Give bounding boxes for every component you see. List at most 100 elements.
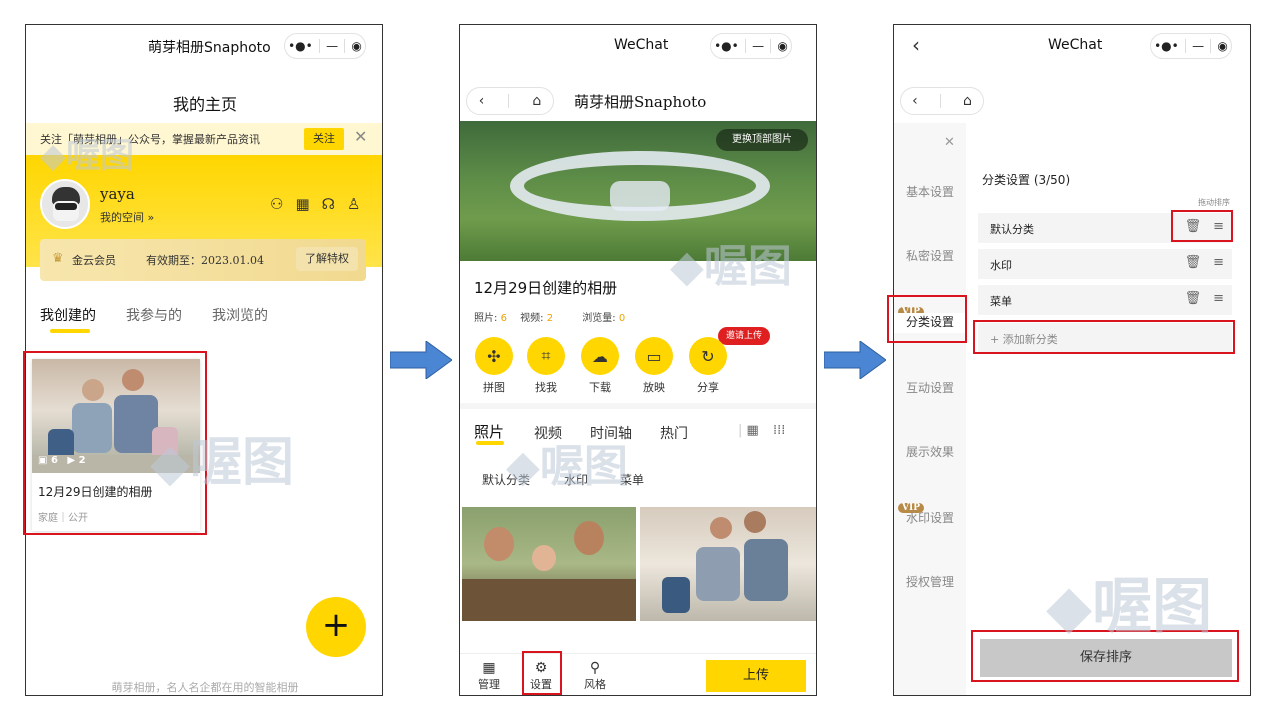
album-title: 12月29日创建的相册 [474, 279, 618, 297]
view-toggle: | ▦ ⁞⁞⁞ [738, 423, 786, 438]
user-name: yaya [100, 185, 135, 203]
close-icon[interactable]: ✕ [354, 127, 367, 146]
footer-slogan: 萌芽相册，名人名企都在用的智能相册 [111, 681, 299, 694]
more-icon[interactable]: •●• [288, 39, 313, 53]
tool-slideshow[interactable]: ▭ 放映 [632, 337, 676, 395]
grid-icon[interactable]: ▦ [295, 195, 321, 213]
nav-style[interactable]: ⚲ 风格 [582, 660, 608, 692]
tab-photos[interactable]: 照片 [474, 421, 504, 442]
highlight-sidebar-category [887, 295, 967, 343]
category-watermark[interactable]: 水印 [564, 471, 588, 488]
settings-sidebar: ✕ 基本设置 私密设置 VIP 分类设置 互动设置 展示效果 VIP 水印设置 … [894, 123, 966, 695]
phone-panel-settings: ‹ WeChat •●• — ◉ ‹ ⌂ ✕ 基本设置 私密设置 VIP 分类设置… [893, 24, 1251, 696]
header-icons: ⚇▦☊♙ [270, 195, 372, 213]
category-row[interactable]: 菜单 🗑 ≡ [978, 285, 1232, 315]
headset-icon[interactable]: ☊ [322, 195, 347, 213]
close-circle-icon[interactable]: ◉ [351, 39, 361, 53]
highlight-save-button [971, 630, 1239, 682]
category-menu[interactable]: 菜单 [620, 471, 644, 488]
photo-thumb[interactable] [640, 507, 816, 621]
grid-large-icon[interactable]: ▦ [747, 423, 759, 438]
avatar[interactable] [40, 179, 90, 229]
wechat-title: WeChat [1048, 37, 1103, 53]
minimize-icon[interactable]: — [752, 39, 764, 53]
tool-share[interactable]: ↻ 分享 [686, 337, 730, 395]
capsule-menu[interactable]: •●• — ◉ [710, 33, 792, 59]
sidebar-item-authorization[interactable]: 授权管理 [894, 573, 966, 590]
group-icon[interactable]: ⚇ [270, 195, 295, 213]
tool-label: 拼图 [483, 381, 505, 394]
monitor-icon: ▭ [635, 337, 673, 375]
stat-videos-value: 2 [546, 313, 554, 324]
tool-label: 分享 [697, 381, 719, 394]
nav-manage[interactable]: ▦ 管理 [476, 660, 502, 692]
drag-handle-icon[interactable]: ≡ [1213, 255, 1224, 270]
photo-thumb[interactable] [462, 507, 636, 621]
nav-label: 风格 [584, 678, 606, 691]
tab-created[interactable]: 我创建的 [40, 305, 96, 325]
capsule-menu[interactable]: •●• — ◉ [1150, 33, 1232, 59]
category-row[interactable]: 水印 🗑 ≡ [978, 249, 1232, 279]
drag-handle-icon[interactable]: ≡ [1213, 291, 1224, 306]
album-stats: 照片: 6 视频: 2 浏览量: 0 [474, 309, 625, 324]
tab-timeline[interactable]: 时间轴 [590, 423, 632, 443]
sidebar-item-privacy[interactable]: 私密设置 [894, 247, 966, 264]
tool-label: 下载 [589, 381, 611, 394]
tool-puzzle[interactable]: ✣ 拼图 [472, 337, 516, 395]
user-icon[interactable]: ♙ [347, 195, 372, 213]
highlight-add-category [973, 320, 1235, 354]
change-cover-button[interactable]: 更换顶部图片 [716, 129, 808, 151]
back-icon[interactable]: ‹ [479, 93, 485, 109]
highlight-settings-nav [522, 651, 562, 695]
sidebar-item-interaction[interactable]: 互动设置 [894, 379, 966, 396]
arrow-right-icon [390, 341, 452, 379]
trash-icon[interactable]: 🗑 [1185, 255, 1202, 270]
tool-download[interactable]: ☁ 下载 [578, 337, 622, 395]
notice-text: 关注「萌芽相册」公众号，掌握最新产品资讯 [40, 133, 260, 146]
tab-viewed[interactable]: 我浏览的 [212, 305, 268, 325]
highlight-album-card [23, 351, 207, 535]
stat-photos-label: 照片: [474, 313, 498, 324]
more-icon[interactable]: •●• [714, 39, 739, 53]
follow-button[interactable]: 关注 [304, 128, 344, 150]
back-icon[interactable]: ‹ [912, 93, 918, 109]
page-heading: 我的主页 [172, 95, 237, 114]
cover-image: 更换顶部图片 [460, 121, 816, 261]
close-circle-icon[interactable]: ◉ [1217, 39, 1227, 53]
my-space-link[interactable]: 我的空间 » [100, 209, 154, 225]
close-circle-icon[interactable]: ◉ [777, 39, 787, 53]
divider [460, 403, 816, 409]
highlight-row-ops [1171, 210, 1233, 242]
category-name: 菜单 [990, 295, 1012, 308]
sidebar-item-display[interactable]: 展示效果 [894, 443, 966, 460]
tool-find-me[interactable]: ⌗ 找我 [524, 337, 568, 395]
page-title: 萌芽相册Snaphoto [574, 93, 707, 111]
benefits-button[interactable]: 了解特权 [296, 247, 358, 271]
back-icon[interactable]: ‹ [912, 33, 920, 57]
upload-button[interactable]: 上传 [706, 660, 806, 692]
tool-label: 找我 [535, 381, 557, 394]
tab-videos[interactable]: 视频 [534, 423, 562, 443]
home-icon[interactable]: ⌂ [532, 93, 541, 109]
category-name: 水印 [990, 259, 1012, 272]
crown-icon: ♛ [52, 251, 64, 266]
grid-small-icon[interactable]: ⁞⁞⁞ [773, 423, 785, 438]
category-default[interactable]: 默认分类 [482, 471, 530, 488]
tab-hot[interactable]: 热门 [660, 423, 688, 443]
minimize-icon[interactable]: — [326, 39, 338, 53]
stat-photos-value: 6 [500, 313, 507, 324]
puzzle-icon: ✣ [475, 337, 513, 375]
grid-icon: ▦ [482, 660, 496, 676]
create-fab[interactable]: + [306, 597, 366, 657]
close-icon[interactable]: ✕ [944, 135, 955, 150]
more-icon[interactable]: •●• [1154, 39, 1179, 53]
tab-joined[interactable]: 我参与的 [126, 305, 182, 325]
sidebar-item-watermark[interactable]: 水印设置 [894, 509, 966, 526]
capsule-menu[interactable]: •●• — ◉ [284, 33, 366, 59]
minimize-icon[interactable]: — [1192, 39, 1204, 53]
membership-expiry: 有效期至：2023.01.04 [146, 254, 264, 267]
home-icon[interactable]: ⌂ [963, 93, 972, 109]
category-name: 默认分类 [990, 223, 1034, 236]
sidebar-item-basic[interactable]: 基本设置 [894, 183, 966, 200]
trash-icon[interactable]: 🗑 [1185, 291, 1202, 306]
